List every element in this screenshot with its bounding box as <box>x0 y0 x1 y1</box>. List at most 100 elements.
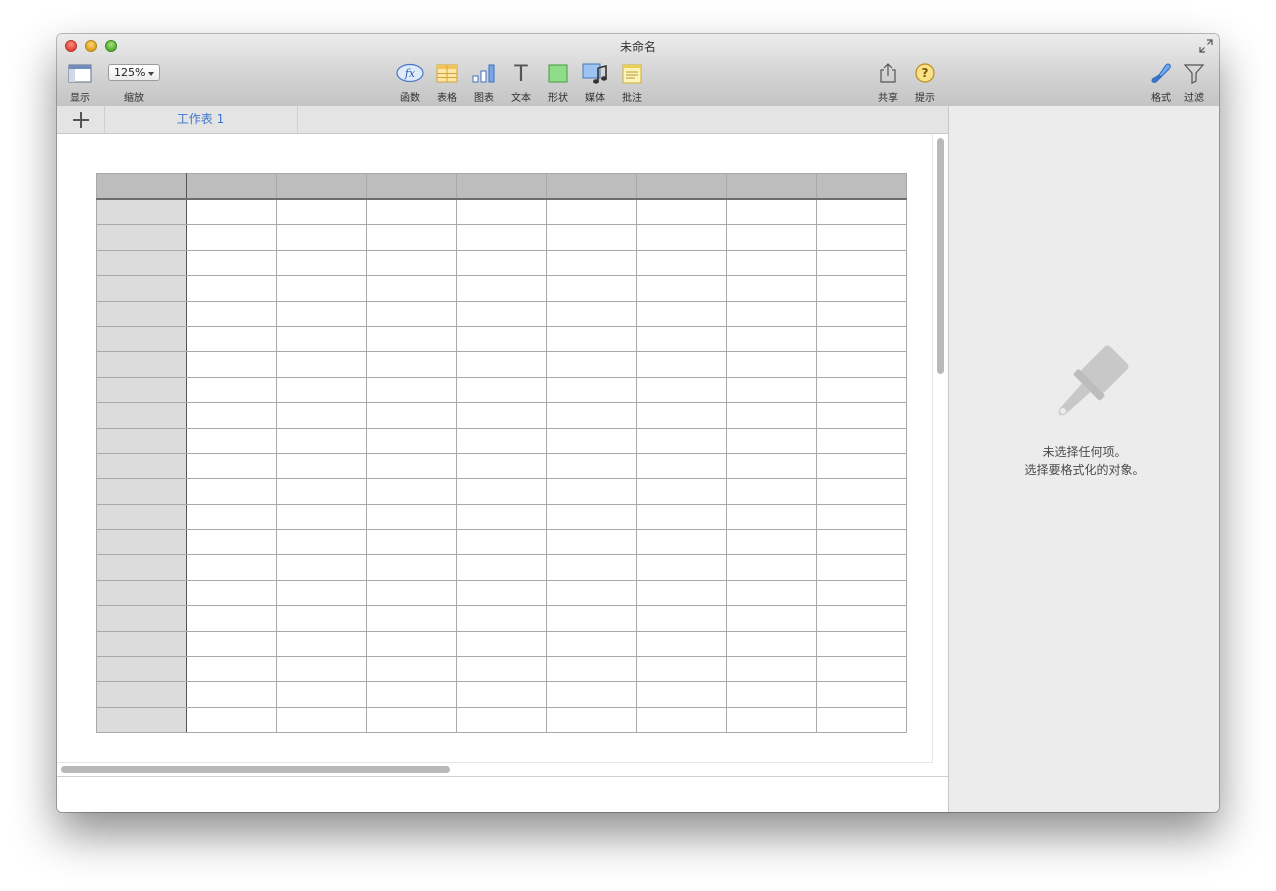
table-cell[interactable] <box>186 579 277 607</box>
table-cell[interactable] <box>276 351 367 378</box>
table-cell[interactable] <box>636 579 727 607</box>
table-cell[interactable] <box>456 224 547 251</box>
table-cell[interactable] <box>636 503 727 531</box>
table-cell[interactable] <box>816 376 907 404</box>
table-cell[interactable] <box>186 452 277 480</box>
table-cell[interactable] <box>186 605 277 632</box>
table-cell[interactable] <box>456 706 547 734</box>
table-cell[interactable] <box>636 630 727 658</box>
tips-button[interactable]: ? 提示 <box>910 61 940 104</box>
table-cell[interactable] <box>366 325 457 353</box>
table-cell[interactable] <box>186 275 277 302</box>
table-cell[interactable] <box>366 579 457 607</box>
table-cell[interactable] <box>366 275 457 302</box>
table-cell[interactable] <box>816 605 907 632</box>
row-header-cell[interactable] <box>96 605 187 632</box>
table-cell[interactable] <box>546 630 637 658</box>
table-cell[interactable] <box>636 706 727 734</box>
table-cell[interactable] <box>816 198 907 226</box>
table-cell[interactable] <box>636 402 727 429</box>
table-button[interactable]: 表格 <box>432 61 462 104</box>
table-cell[interactable] <box>636 605 727 632</box>
table-cell[interactable] <box>186 630 277 658</box>
table-cell[interactable] <box>546 376 637 404</box>
row-header-cell[interactable] <box>96 503 187 531</box>
text-button[interactable]: T 文本 <box>506 61 536 104</box>
table-cell[interactable] <box>636 351 727 378</box>
table-cell[interactable] <box>726 351 817 378</box>
table-cell[interactable] <box>186 554 277 581</box>
table-cell[interactable] <box>726 529 817 556</box>
table-cell[interactable] <box>726 554 817 581</box>
table-cell[interactable] <box>726 579 817 607</box>
sheet-tab-1[interactable]: 工作表 1 <box>104 106 298 133</box>
table-cell[interactable] <box>276 630 367 658</box>
table-cell[interactable] <box>816 554 907 581</box>
table-cell[interactable] <box>636 427 727 454</box>
table-cell[interactable] <box>726 249 817 277</box>
table-cell[interactable] <box>816 656 907 683</box>
table-cell[interactable] <box>186 325 277 353</box>
table-cell[interactable] <box>456 376 547 404</box>
filter-button[interactable]: 过滤 <box>1179 61 1209 104</box>
table-cell[interactable] <box>546 656 637 683</box>
table-cell[interactable] <box>366 224 457 251</box>
table-cell[interactable] <box>366 402 457 429</box>
table-cell[interactable] <box>186 681 277 708</box>
table-cell[interactable] <box>546 503 637 531</box>
table-cell[interactable] <box>186 376 277 404</box>
table-cell[interactable] <box>636 478 727 505</box>
table-cell[interactable] <box>546 427 637 454</box>
shape-button[interactable]: 形状 <box>543 61 573 104</box>
zoom-select[interactable]: 125% <box>108 64 160 81</box>
table-cell[interactable] <box>816 351 907 378</box>
table-cell[interactable] <box>636 198 727 226</box>
table-cell[interactable] <box>456 478 547 505</box>
chart-button[interactable]: 图表 <box>469 61 499 104</box>
table-cell[interactable] <box>636 554 727 581</box>
table-cell[interactable] <box>636 325 727 353</box>
table-cell[interactable] <box>366 427 457 454</box>
row-header-cell[interactable] <box>96 275 187 302</box>
table-cell[interactable] <box>456 656 547 683</box>
table-cell[interactable] <box>546 325 637 353</box>
table-cell[interactable] <box>726 376 817 404</box>
table-cell[interactable] <box>456 503 547 531</box>
table-cell[interactable] <box>816 300 907 327</box>
table-cell[interactable] <box>546 605 637 632</box>
table-cell[interactable] <box>276 198 367 226</box>
table-cell[interactable] <box>726 605 817 632</box>
table-cell[interactable] <box>186 427 277 454</box>
view-button[interactable]: 显示 <box>65 61 95 104</box>
table-cell[interactable] <box>726 427 817 454</box>
share-button[interactable]: 共享 <box>873 61 903 104</box>
table-cell[interactable] <box>186 300 277 327</box>
row-header-cell[interactable] <box>96 579 187 607</box>
table-cell[interactable] <box>186 656 277 683</box>
table-cell[interactable] <box>726 275 817 302</box>
table-cell[interactable] <box>726 402 817 429</box>
table-cell[interactable] <box>276 300 367 327</box>
table-cell[interactable] <box>366 681 457 708</box>
header-cell[interactable] <box>636 173 727 200</box>
table-cell[interactable] <box>816 452 907 480</box>
table-cell[interactable] <box>546 351 637 378</box>
table-cell[interactable] <box>636 656 727 683</box>
table-cell[interactable] <box>636 376 727 404</box>
table-cell[interactable] <box>456 630 547 658</box>
table-cell[interactable] <box>546 300 637 327</box>
header-cell[interactable] <box>96 173 187 200</box>
table-cell[interactable] <box>456 249 547 277</box>
table-cell[interactable] <box>366 351 457 378</box>
table-cell[interactable] <box>726 630 817 658</box>
row-header-cell[interactable] <box>96 681 187 708</box>
table-cell[interactable] <box>276 427 367 454</box>
table-cell[interactable] <box>276 249 367 277</box>
table-cell[interactable] <box>726 198 817 226</box>
comment-button[interactable]: 批注 <box>617 61 647 104</box>
row-header-cell[interactable] <box>96 376 187 404</box>
table-cell[interactable] <box>366 452 457 480</box>
table-cell[interactable] <box>636 275 727 302</box>
row-header-cell[interactable] <box>96 198 187 226</box>
table-cell[interactable] <box>726 478 817 505</box>
